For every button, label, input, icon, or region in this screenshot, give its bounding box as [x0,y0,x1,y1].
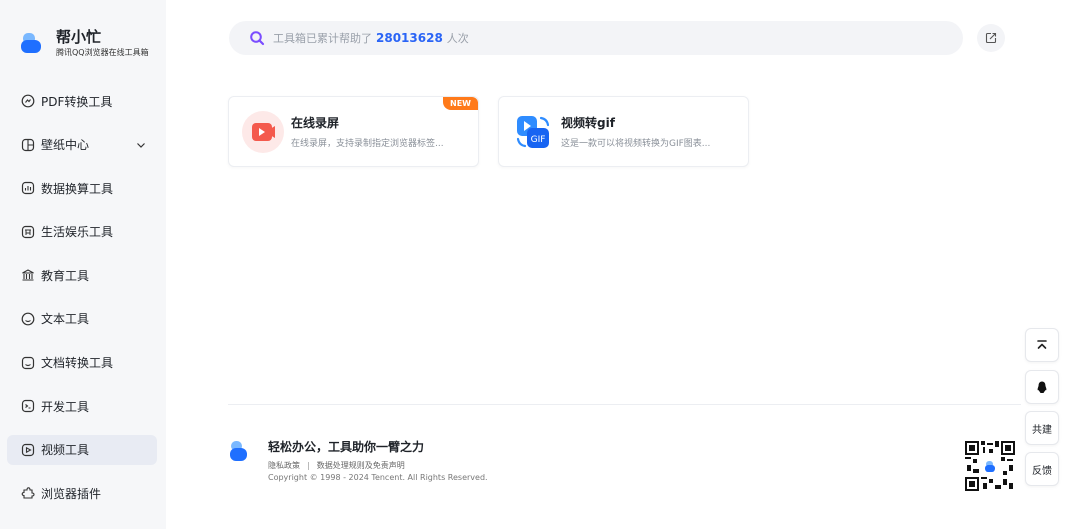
sidebar-item-label: 视频工具 [41,443,90,458]
qq-icon [1037,381,1047,393]
usage-count: 28013628 [376,31,443,45]
back-to-top-button[interactable] [1025,328,1059,362]
privacy-policy-link[interactable]: 隐私政策 [268,460,300,471]
screen-record-icon [242,111,284,153]
education-icon [21,268,35,282]
brand[interactable]: 帮小忙 腾讯QQ浏览器在线工具箱 [20,28,149,58]
share-icon [985,32,997,44]
qr-code-icon [965,441,1015,491]
pdf-icon [21,94,35,108]
sidebar-item-entertainment[interactable]: 生活娱乐工具 [7,217,157,247]
sidebar-item-browser-plugin[interactable]: 浏览器插件 [7,478,157,508]
sidebar-item-label: 数据换算工具 [41,181,114,196]
new-badge: NEW [443,97,478,110]
sidebar-item-label: 教育工具 [41,268,90,283]
video-to-gif-icon: GIF [512,111,554,153]
chevron-down-icon[interactable] [135,139,147,151]
text-icon [21,312,35,326]
arrow-up-to-top-icon [1037,340,1047,349]
gif-icon-text: GIF [531,135,546,145]
brand-logo-icon [20,31,42,55]
tool-card-video-to-gif[interactable]: GIF 视频转gif 这是一款可以将视频转换为GIF图表... [498,96,749,167]
search-icon [250,31,265,46]
sidebar-item-dev-tools[interactable]: 开发工具 [7,391,157,421]
sidebar-item-pdf[interactable]: PDF转换工具 [7,86,157,116]
sidebar-item-label: 生活娱乐工具 [41,225,114,240]
qq-contact-button[interactable] [1025,370,1059,404]
search-bar[interactable]: 工具箱已累计帮助了 28013628 人次 [229,21,963,55]
calculator-icon [21,181,35,195]
sidebar-item-label: 浏览器插件 [41,486,102,501]
card-desc: 在线录屏，支持录制指定浏览器标签... [291,139,444,149]
tool-card-screen-record[interactable]: 在线录屏 在线录屏，支持录制指定浏览器标签... NEW [228,96,479,167]
wallpaper-icon [21,138,35,152]
card-title: 在线录屏 [291,116,340,130]
video-icon [21,443,35,457]
search-prefix: 工具箱已累计帮助了 [273,32,372,45]
card-desc: 这是一款可以将视频转换为GIF图表... [561,139,711,149]
data-rules-link[interactable]: 数据处理规则及免责声明 [317,460,405,471]
sidebar-item-label: 文本工具 [41,312,90,327]
sidebar-item-text[interactable]: 文本工具 [7,304,157,334]
code-icon [21,399,35,413]
sidebar-item-wallpaper[interactable]: 壁纸中心 [7,130,157,160]
cobuild-button[interactable]: 共建 [1025,411,1059,445]
brand-title: 帮小忙 [56,28,102,46]
sidebar-item-label: PDF转换工具 [41,94,113,109]
footer-logo-icon [229,440,247,462]
brand-subtitle: 腾讯QQ浏览器在线工具箱 [56,48,149,57]
card-title: 视频转gif [561,116,615,130]
sidebar-item-education[interactable]: 教育工具 [7,260,157,290]
feedback-button[interactable]: 反馈 [1025,452,1059,486]
sidebar-nav: PDF转换工具 壁纸中心 数据换算工具 生活娱乐工具 教育工具 文本工具 文档转… [7,86,157,522]
footer-links: 隐私政策 | 数据处理规则及免责声明 [268,460,405,471]
sidebar-item-video-tools[interactable]: 视频工具 [7,434,157,465]
sidebar-item-document-convert[interactable]: 文档转换工具 [7,348,157,378]
sidebar-item-label: 文档转换工具 [41,356,114,371]
share-button[interactable] [977,24,1005,52]
sidebar-item-data-conversion[interactable]: 数据换算工具 [7,173,157,203]
footer-separator: | [307,461,310,470]
sidebar: 帮小忙 腾讯QQ浏览器在线工具箱 PDF转换工具 壁纸中心 数据换算工具 生活娱… [0,0,166,529]
sidebar-item-label: 开发工具 [41,399,90,414]
footer-slogan: 轻松办公，工具助你一臂之力 [268,440,425,454]
document-convert-icon [21,356,35,370]
sidebar-item-label: 壁纸中心 [41,138,90,153]
plugin-icon [21,486,35,500]
entertainment-icon [21,225,35,239]
search-suffix: 人次 [446,32,469,45]
footer-divider [228,404,1021,405]
copyright-text: Copyright © 1998 - 2024 Tencent. All Rig… [268,473,488,482]
